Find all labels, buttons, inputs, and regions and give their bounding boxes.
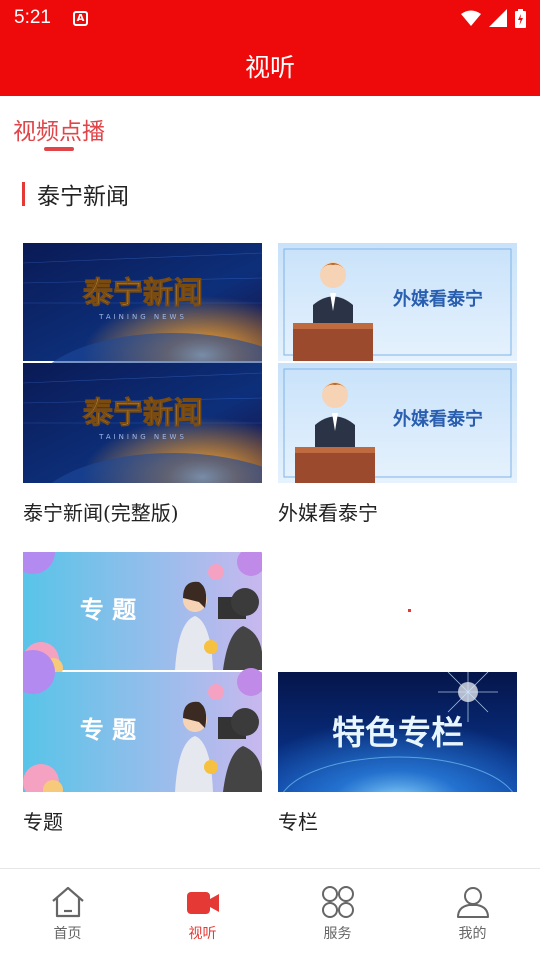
- video-card-label[interactable]: 泰宁新闻(完整版): [23, 497, 262, 526]
- tab-indicator: [44, 147, 74, 151]
- video-card-label[interactable]: 外媒看泰宁: [278, 497, 517, 526]
- video-thumbnail[interactable]: 外媒看泰宁 外媒看泰宁: [278, 243, 517, 483]
- decorative-dot: [408, 609, 411, 612]
- thumb-subtitle-text: TAINING NEWS: [98, 313, 187, 321]
- wifi-icon: [461, 10, 481, 26]
- video-card-label[interactable]: 专栏: [278, 806, 517, 835]
- nav-item-profile[interactable]: 我的: [405, 869, 540, 960]
- thumb-subtitle-text: TAINING NEWS: [98, 433, 187, 441]
- video-card-column[interactable]: 特色专栏 专栏: [278, 672, 517, 835]
- thumb-title-text: 专 题: [80, 596, 136, 624]
- app-bar: 视听: [0, 36, 540, 96]
- thumb-title-text: 外媒看泰宁: [393, 408, 483, 430]
- thumb-title-text: 专 题: [80, 716, 136, 744]
- user-icon: [456, 887, 489, 918]
- thumb-title-text: 泰宁新闻: [83, 396, 203, 431]
- thumb-title-text: 泰宁新闻: [83, 276, 203, 311]
- thumb-title-text: 外媒看泰宁: [393, 288, 483, 310]
- video-card-label[interactable]: 专题: [23, 806, 262, 835]
- status-bar: 5:21 A: [0, 0, 540, 36]
- battery-icon: [515, 8, 526, 28]
- nav-label-services: 服务: [323, 926, 352, 942]
- video-card-foreign-media[interactable]: 外媒看泰宁 外媒看泰宁 外媒看泰宁: [278, 243, 517, 526]
- grid-icon: [321, 886, 354, 918]
- status-icons: [461, 8, 526, 28]
- video-camera-icon: [186, 892, 219, 914]
- video-thumbnail[interactable]: 泰宁新闻 TAINING NEWS 泰宁新闻 TAINING NEWS: [23, 243, 262, 483]
- video-thumbnail[interactable]: 专 题 专 题: [23, 552, 262, 792]
- page-title: 视听: [244, 53, 295, 82]
- nav-label-profile: 我的: [458, 926, 487, 942]
- nav-item-services[interactable]: 服务: [270, 869, 405, 960]
- video-thumbnail[interactable]: 特色专栏: [278, 672, 517, 792]
- bottom-nav: 首页 视听 服务 我的: [0, 868, 540, 960]
- nav-label-home: 首页: [53, 926, 82, 942]
- video-card-taining-news[interactable]: 泰宁新闻 TAINING NEWS 泰宁新闻 TAINING NEWS 泰宁新闻…: [23, 243, 262, 526]
- home-icon: [51, 886, 84, 918]
- signal-icon: [489, 9, 507, 27]
- thumb-title-text: 特色专栏: [332, 713, 464, 752]
- nav-item-audio-video[interactable]: 视听: [135, 869, 270, 960]
- section-accent-bar: [22, 182, 25, 206]
- nav-label-audio-video: 视听: [188, 926, 217, 942]
- tab-video-on-demand[interactable]: 视频点播: [13, 112, 105, 146]
- notification-icon: A: [72, 10, 88, 26]
- status-time: 5:21: [14, 7, 51, 28]
- video-card-special-topic[interactable]: 专 题 专 题 专题: [23, 552, 262, 835]
- section-header: 泰宁新闻: [22, 177, 129, 211]
- section-title: 泰宁新闻: [37, 184, 129, 210]
- nav-item-home[interactable]: 首页: [0, 869, 135, 960]
